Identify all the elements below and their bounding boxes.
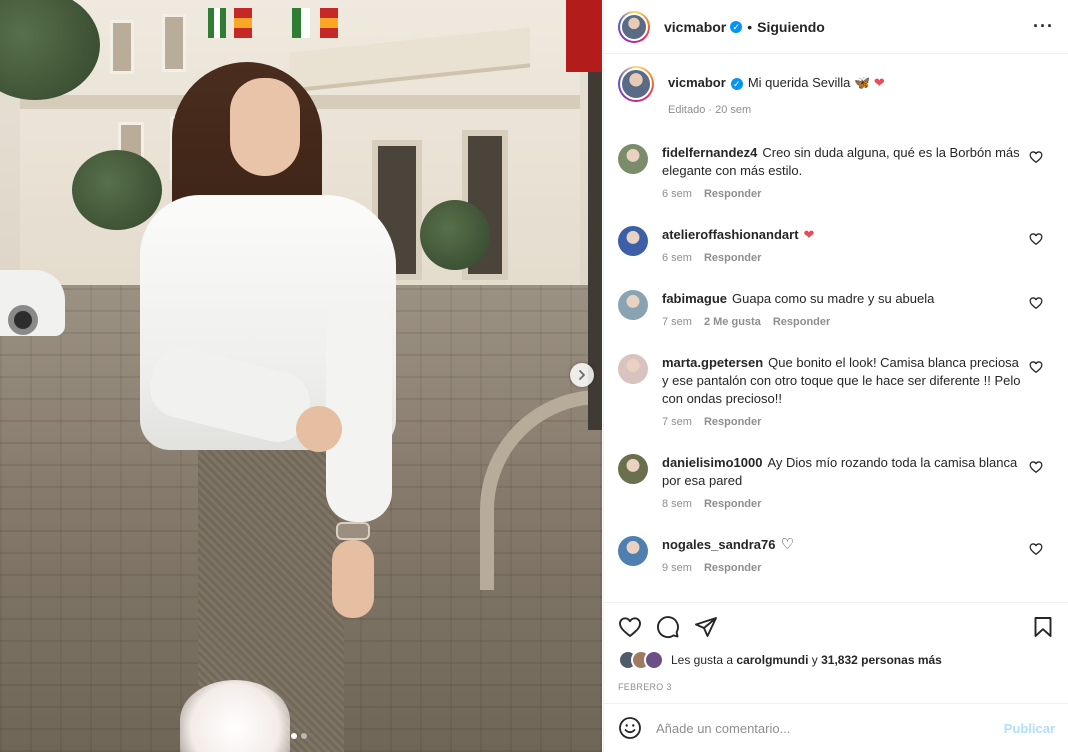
- publish-button[interactable]: Publicar: [1004, 721, 1055, 736]
- photo-flag: [234, 8, 252, 38]
- photo-tree: [72, 150, 162, 230]
- emoji-smiley-icon[interactable]: [618, 716, 642, 740]
- following-button[interactable]: Siguiendo: [757, 19, 825, 35]
- like-heart-icon[interactable]: [618, 615, 642, 639]
- comments-list[interactable]: vicmabor ✓ Mi querida Sevilla 🦋 ❤ Editado …: [604, 54, 1068, 602]
- verified-badge-icon: ✓: [730, 20, 743, 33]
- commenter-username[interactable]: atelieroffashionandart: [662, 227, 799, 242]
- photo-car-wheel: [8, 305, 38, 335]
- red-heart-emoji: ❤: [803, 227, 815, 242]
- photo-person-sleeve-right: [326, 300, 392, 522]
- photo-flag: [320, 8, 338, 38]
- reply-button[interactable]: Responder: [704, 416, 761, 428]
- comment-time[interactable]: 7 sem: [662, 316, 692, 328]
- commenter-avatar[interactable]: [618, 454, 648, 484]
- likes-user-link[interactable]: carolgmundi: [736, 653, 808, 667]
- commenter-username[interactable]: nogales_sandra76: [662, 537, 775, 552]
- comment-time[interactable]: 8 sem: [662, 498, 692, 510]
- photo-person-watch: [336, 522, 370, 540]
- caption-author-avatar[interactable]: [618, 66, 654, 102]
- comment-time[interactable]: 6 sem: [662, 252, 692, 264]
- comment-item: nogales_sandra76 ♡ 9 sem Responder: [618, 536, 1055, 574]
- commenter-avatar[interactable]: [618, 290, 648, 320]
- header-separator: •: [747, 18, 753, 35]
- author-avatar[interactable]: [618, 10, 650, 43]
- carousel-dot-active: [291, 733, 297, 739]
- likes-count-link[interactable]: 31,832 personas más: [821, 653, 942, 667]
- photo-window: [162, 14, 186, 72]
- post-date[interactable]: FEBRERO 3: [618, 682, 1055, 692]
- comment-text: Guapa como su madre y su abuela: [732, 291, 935, 306]
- photo-plant: [420, 200, 490, 270]
- author-username[interactable]: vicmabor: [664, 19, 726, 35]
- comment-like-heart-icon[interactable]: [1029, 360, 1043, 374]
- post-side-panel: vicmabor ✓ • Siguiendo ··· vicmabor ✓ Mi q…: [603, 0, 1068, 752]
- red-heart-emoji: ❤: [873, 75, 885, 90]
- post-caption: vicmabor ✓ Mi querida Sevilla 🦋 ❤ Editado …: [618, 54, 1055, 116]
- white-heart-emoji: ♡: [780, 536, 794, 553]
- comment-item: fidelfernandez4 Creo sin duda alguna, qué…: [618, 144, 1055, 200]
- comment-time[interactable]: 6 sem: [662, 188, 692, 200]
- photo-flag: [208, 8, 226, 38]
- comment-time[interactable]: 7 sem: [662, 416, 692, 428]
- commenter-avatar[interactable]: [618, 354, 648, 384]
- add-comment-bar: Publicar: [604, 703, 1068, 752]
- reply-button[interactable]: Responder: [704, 498, 761, 510]
- likes-summary: Les gusta a carolgmundi y 31,832 persona…: [618, 650, 1055, 670]
- reply-button[interactable]: Responder: [773, 316, 830, 328]
- comment-likes-count[interactable]: 2 Me gusta: [704, 316, 761, 328]
- commenter-username[interactable]: fabimague: [662, 291, 727, 306]
- commenter-username[interactable]: fidelfernandez4: [662, 145, 757, 160]
- reply-button[interactable]: Responder: [704, 188, 761, 200]
- comment-like-heart-icon[interactable]: [1029, 232, 1043, 246]
- photo-person-hand: [332, 540, 374, 618]
- comment-item: danielisimo1000 Ay Dios mío rozando toda …: [618, 454, 1055, 510]
- comment-like-heart-icon[interactable]: [1029, 460, 1043, 474]
- post-photo[interactable]: [0, 0, 602, 752]
- comment-item: marta.gpetersen Que bonito el look! Camis…: [618, 354, 1055, 428]
- comment-like-heart-icon[interactable]: [1029, 542, 1043, 556]
- carousel-dots: [291, 733, 307, 739]
- save-bookmark-icon[interactable]: [1031, 615, 1055, 639]
- carousel-dot: [301, 733, 307, 739]
- photo-person-feathers: [180, 680, 290, 752]
- caption-edited-time: Editado · 20 sem: [668, 104, 752, 116]
- post-actions: Les gusta a carolgmundi y 31,832 persona…: [604, 602, 1068, 702]
- photo-red-sign: [566, 0, 602, 72]
- comment-item: atelieroffashionandart ❤ 6 sem Responder: [618, 226, 1055, 264]
- photo-flag: [292, 8, 310, 38]
- liker-avatar[interactable]: [644, 650, 664, 670]
- photo-person-face: [230, 78, 300, 176]
- commenter-avatar[interactable]: [618, 536, 648, 566]
- caption-username[interactable]: vicmabor: [668, 75, 726, 90]
- comment-like-heart-icon[interactable]: [1029, 296, 1043, 310]
- likes-prefix: Les gusta a: [671, 653, 734, 667]
- commenter-avatar[interactable]: [618, 226, 648, 256]
- photo-person-hand: [296, 406, 342, 452]
- commenter-username[interactable]: danielisimo1000: [662, 455, 762, 470]
- commenter-avatar[interactable]: [618, 144, 648, 174]
- post-header: vicmabor ✓ • Siguiendo ···: [604, 0, 1068, 54]
- comment-like-heart-icon[interactable]: [1029, 150, 1043, 164]
- more-options-icon[interactable]: ···: [1033, 16, 1054, 37]
- caption-text: Mi querida Sevilla 🦋: [747, 75, 871, 90]
- chevron-right-icon: [579, 370, 585, 380]
- reply-button[interactable]: Responder: [704, 562, 761, 574]
- comment-bubble-icon[interactable]: [656, 615, 680, 639]
- comment-item: fabimague Guapa como su madre y su abuela…: [618, 290, 1055, 328]
- share-paper-plane-icon[interactable]: [694, 615, 718, 639]
- likes-and: y: [811, 653, 818, 667]
- verified-badge-icon: ✓: [730, 78, 743, 90]
- commenter-username[interactable]: marta.gpetersen: [662, 355, 763, 370]
- photo-window: [110, 20, 134, 74]
- comment-input[interactable]: [656, 720, 1004, 736]
- reply-button[interactable]: Responder: [704, 252, 761, 264]
- comment-time[interactable]: 9 sem: [662, 562, 692, 574]
- carousel-next-button[interactable]: [570, 363, 594, 387]
